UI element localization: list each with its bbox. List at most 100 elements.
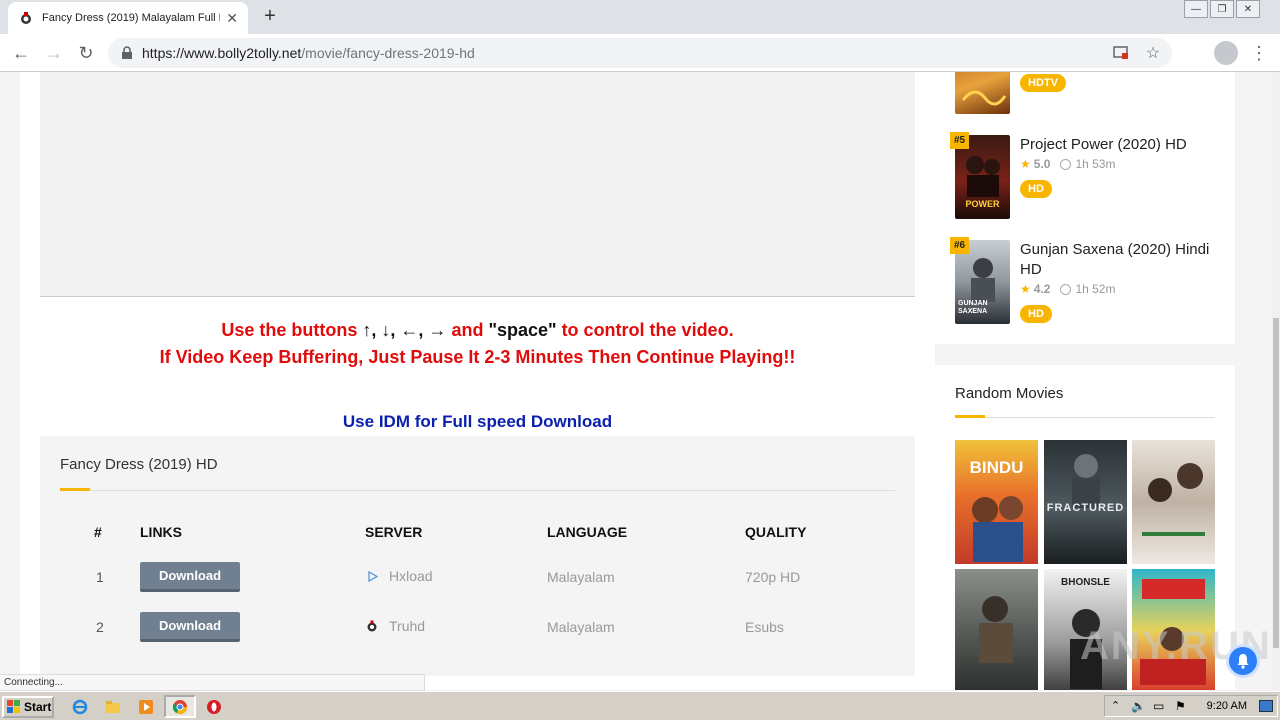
- star-icon: ★: [1020, 282, 1031, 296]
- bookmark-star-icon[interactable]: ☆: [1142, 42, 1164, 64]
- show-desktop-icon[interactable]: [1259, 700, 1273, 712]
- star-icon: ★: [1020, 157, 1031, 171]
- flag-icon[interactable]: ⚑: [1175, 699, 1186, 713]
- lock-icon: [122, 46, 132, 59]
- notice-text: and: [446, 320, 489, 340]
- server-name: Truhd: [389, 618, 426, 634]
- accent-bar: [60, 488, 90, 491]
- quality-badge: HDTV: [1020, 74, 1066, 92]
- download-button[interactable]: Download: [140, 562, 240, 592]
- opera-icon[interactable]: [206, 699, 222, 715]
- rating: 4.2: [1033, 282, 1051, 296]
- tray-expand-icon[interactable]: ⌃: [1111, 699, 1120, 712]
- notification-bell-icon[interactable]: [1226, 644, 1260, 678]
- top-movie-item[interactable]: HDTV: [955, 72, 1215, 114]
- quality-cell: Esubs: [745, 619, 784, 635]
- language-cell: Malayalam: [547, 569, 615, 585]
- blocked-popup-icon[interactable]: [1110, 42, 1132, 64]
- top-movie-item[interactable]: GUNJAN SAXENA #6 Gunjan Saxena (2020) Hi…: [950, 237, 1215, 324]
- page-viewport: Use the buttons ↑, ↓, ←, → and "space" t…: [0, 72, 1272, 690]
- notice-keys: ↑, ↓, ←, →: [362, 320, 447, 340]
- volume-icon[interactable]: 🔈: [1131, 699, 1146, 713]
- movie-meta: ★ 5.0 1h 53m: [1020, 157, 1115, 171]
- row-number: 2: [96, 619, 104, 635]
- url-host: https://www.bolly2tolly.net: [142, 45, 302, 61]
- address-bar[interactable]: https://www.bolly2tolly.net/movie/fancy-…: [108, 38, 1172, 68]
- movie-title[interactable]: Gunjan Saxena (2020) Hindi HD: [1020, 240, 1220, 280]
- links-title: Fancy Dress (2019) HD: [60, 456, 218, 473]
- browser-menu-icon[interactable]: ⋮: [1250, 41, 1268, 65]
- rank-badge: #5: [950, 132, 970, 149]
- top-movies-widget: HDTV POWER #5 Project Power (2020) HD ★ …: [935, 72, 1235, 344]
- poster-text: FRACTURED: [1046, 502, 1125, 514]
- clock-icon: [1060, 283, 1072, 295]
- start-label: Start: [24, 700, 52, 714]
- folder-icon[interactable]: [105, 699, 121, 715]
- quality-badge: HD: [1020, 305, 1052, 323]
- maximize-button[interactable]: ❐: [1210, 0, 1234, 18]
- profile-avatar[interactable]: [1214, 41, 1238, 65]
- duration: 1h 53m: [1075, 157, 1116, 171]
- random-movie-poster[interactable]: FRACTURED: [1044, 440, 1127, 564]
- media-player-icon[interactable]: [138, 699, 154, 715]
- main-content: Use the buttons ↑, ↓, ←, → and "space" t…: [20, 72, 935, 690]
- notice-text: Use the buttons: [221, 320, 363, 340]
- system-tray: ⌃ 🔈 ▭ ⚑ 9:20 AM: [1104, 695, 1278, 717]
- rating: 5.0: [1033, 157, 1051, 171]
- reload-button[interactable]: ↻: [74, 41, 98, 65]
- chrome-taskbar-button[interactable]: [164, 695, 196, 718]
- tab-close-icon[interactable]: ✕: [226, 10, 238, 27]
- scrollbar-thumb[interactable]: [1273, 318, 1279, 648]
- movie-title[interactable]: Project Power (2020) HD: [1020, 135, 1220, 155]
- duration: 1h 52m: [1075, 282, 1116, 296]
- divider: [955, 417, 1215, 418]
- back-button[interactable]: ←: [9, 41, 33, 65]
- poster-text: BHONSLE: [1061, 577, 1110, 588]
- network-icon[interactable]: ▭: [1153, 699, 1164, 713]
- page-scrollbar[interactable]: [1272, 72, 1280, 690]
- taskbar-clock: 9:20 AM: [1206, 700, 1247, 712]
- random-movie-poster[interactable]: [955, 569, 1038, 690]
- top-movie-item[interactable]: POWER #5 Project Power (2020) HD ★ 5.0 1…: [950, 132, 1215, 219]
- chrome-icon: [172, 700, 187, 714]
- buffering-notice: If Video Keep Buffering, Just Pause It 2…: [20, 347, 935, 368]
- control-notice: Use the buttons ↑, ↓, ←, → and "space" t…: [20, 320, 935, 341]
- browser-tab[interactable]: Fancy Dress (2019) Malayalam Full M ✕: [8, 2, 248, 34]
- movie-poster[interactable]: [955, 72, 1010, 114]
- random-movie-poster[interactable]: BINDU: [955, 440, 1038, 564]
- random-movie-poster[interactable]: [1132, 440, 1215, 564]
- status-bar: Connecting...: [0, 674, 425, 691]
- server-cell: Truhd: [365, 618, 425, 634]
- accent-bar: [955, 415, 985, 418]
- col-header-links: LINKS: [140, 524, 182, 540]
- download-button[interactable]: Download: [140, 612, 240, 642]
- server-favicon-icon: [365, 619, 379, 633]
- taskbar: Start ⌃ 🔈 ▭ ⚑ 9:20 AM: [0, 691, 1280, 720]
- server-cell: Hxload: [365, 568, 433, 584]
- forward-button[interactable]: →: [42, 41, 66, 65]
- ie-icon[interactable]: [72, 699, 88, 715]
- minimize-button[interactable]: —: [1184, 0, 1208, 18]
- poster-text: GUNJAN SAXENA: [958, 300, 988, 315]
- server-name: Hxload: [389, 568, 433, 584]
- close-window-button[interactable]: ✕: [1236, 0, 1260, 18]
- idm-notice: Use IDM for Full speed Download: [342, 412, 613, 431]
- video-player[interactable]: [40, 72, 915, 297]
- poster-text: POWER: [965, 199, 1000, 209]
- site-favicon-icon: [18, 10, 34, 26]
- clock-icon: [1060, 158, 1072, 170]
- buffering-text: If Video Keep Buffering, Just Pause It 2…: [159, 347, 796, 367]
- url-path: /movie/fancy-dress-2019-hd: [301, 45, 475, 61]
- divider: [60, 490, 895, 491]
- notice-space: "space": [488, 320, 557, 340]
- new-tab-button[interactable]: +: [258, 4, 282, 28]
- windows-logo-icon: [7, 700, 20, 713]
- language-cell: Malayalam: [547, 619, 615, 635]
- quality-badge: HD: [1020, 180, 1052, 198]
- tab-strip: Fancy Dress (2019) Malayalam Full M ✕ + …: [0, 0, 1280, 34]
- start-button[interactable]: Start: [2, 696, 54, 718]
- quality-cell: 720p HD: [745, 569, 801, 585]
- col-header-num: #: [94, 524, 102, 540]
- browser-toolbar: ← → ↻ https://www.bolly2tolly.net/movie/…: [0, 34, 1280, 72]
- col-header-quality: QUALITY: [745, 524, 807, 540]
